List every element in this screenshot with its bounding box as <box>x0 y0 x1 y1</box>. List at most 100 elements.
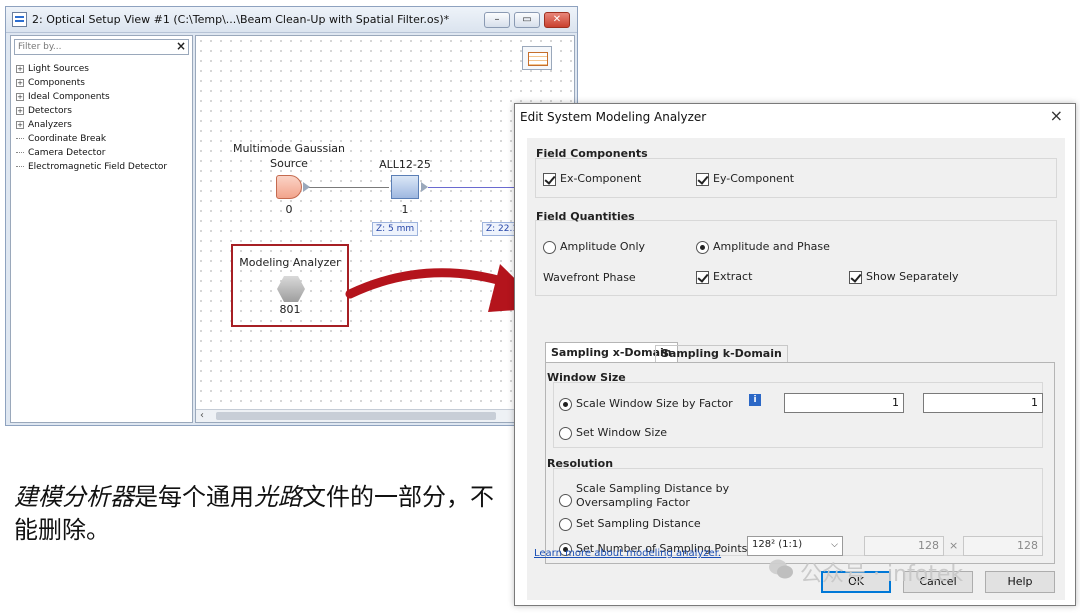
filter-input[interactable] <box>15 40 170 54</box>
caption-text: 建模分析器是每个通用光路文件的一部分，不能删除。 <box>14 481 494 547</box>
help-button[interactable]: Help <box>985 571 1055 593</box>
field-components-label: Field Components <box>536 147 648 160</box>
wechat-logo-icon <box>769 559 793 579</box>
ey-component-checkbox[interactable]: Ey-Component <box>696 172 794 186</box>
maximize-button[interactable]: ▭ <box>514 12 540 28</box>
show-separately-checkbox[interactable]: Show Separately <box>849 270 959 284</box>
set-window-size-radio[interactable]: Set Window Size <box>559 426 667 440</box>
radio-icon[interactable] <box>559 426 572 440</box>
scale-sampling-distance-radio[interactable]: Scale Sampling Distance by Oversampling … <box>559 482 729 509</box>
analyzer-index: 801 <box>279 303 301 316</box>
amplitude-phase-radio[interactable]: Amplitude and Phase <box>696 240 830 254</box>
app-icon <box>12 12 27 27</box>
tree-item-label: Analyzers <box>28 120 72 130</box>
window-titlebar[interactable]: 2: Optical Setup View #1 (C:\Temp\...\Be… <box>6 7 577 33</box>
caption-text-part: 是每个通用 <box>134 483 254 511</box>
tree-item[interactable]: + Detectors <box>16 105 72 118</box>
edit-modeling-analyzer-dialog: Edit System Modeling Analyzer × Field Co… <box>514 103 1076 606</box>
tree-item-label: Detectors <box>28 106 72 116</box>
sampling-points-select[interactable]: 128² (1:1) ⌵ <box>747 536 843 556</box>
scroll-left-icon[interactable]: ‹ <box>200 410 204 421</box>
optical-setup-window: 2: Optical Setup View #1 (C:\Temp\...\Be… <box>5 6 578 426</box>
field-quantities-label: Field Quantities <box>536 210 635 223</box>
checkbox-icon[interactable] <box>696 172 709 186</box>
tree-line-icon <box>16 138 24 139</box>
dialog-title: Edit System Modeling Analyzer <box>520 110 707 124</box>
analyzer-label: Modeling Analyzer <box>239 256 341 269</box>
tree-item-label: Ideal Components <box>28 92 110 102</box>
radio-icon[interactable] <box>543 240 556 254</box>
tree-item[interactable]: + Components <box>16 77 85 90</box>
lens-index: 1 <box>401 203 409 216</box>
clear-filter-icon[interactable]: × <box>176 39 186 53</box>
analyzer-node[interactable] <box>277 276 305 302</box>
distance-badge[interactable]: Z: 5 mm <box>372 222 419 236</box>
tree-line-icon <box>16 166 24 167</box>
tree-item[interactable]: Camera Detector <box>16 147 105 160</box>
checkbox-icon[interactable] <box>849 270 862 284</box>
tree-item[interactable]: Coordinate Break <box>16 133 106 146</box>
caption-term-path: 光路 <box>254 483 302 511</box>
tree-item[interactable]: + Light Sources <box>16 63 89 76</box>
catalog-panel: × + Light Sources + Components + Ideal Compon… <box>10 35 193 423</box>
set-sampling-distance-radio[interactable]: Set Sampling Distance <box>559 517 701 531</box>
learn-more-link[interactable]: Learn more about modeling analyzer. <box>534 548 721 559</box>
tree-item[interactable]: Electromagnetic Field Detector <box>16 161 167 174</box>
connection-line <box>428 187 528 188</box>
expand-icon[interactable]: + <box>16 120 24 129</box>
radio-icon[interactable] <box>696 240 709 254</box>
expand-icon[interactable]: + <box>16 106 24 115</box>
chevron-down-icon[interactable]: ⌵ <box>831 540 838 550</box>
tree-item[interactable]: + Ideal Components <box>16 91 110 104</box>
ex-component-checkbox[interactable]: Ex-Component <box>543 172 641 186</box>
window-title: 2: Optical Setup View #1 (C:\Temp\...\Be… <box>32 13 450 26</box>
tree-item-label: Components <box>28 78 85 88</box>
source-label: Multimode Gaussian Source <box>232 142 346 170</box>
times-sign: × <box>949 539 959 552</box>
table-view-icon[interactable] <box>522 46 552 70</box>
info-icon[interactable]: i <box>749 394 761 406</box>
close-button[interactable]: ✕ <box>544 12 570 28</box>
amplitude-only-radio[interactable]: Amplitude Only <box>543 240 645 254</box>
checkbox-icon[interactable] <box>696 270 709 284</box>
watermark-text: 公众号 · infotek <box>800 562 964 587</box>
caption-term-analyzer: 建模分析器 <box>14 483 134 511</box>
tab-sampling-k-domain[interactable]: Sampling k-Domain <box>655 345 788 362</box>
dialog-close-icon[interactable]: × <box>1050 106 1063 125</box>
watermark: 公众号 · infotek <box>768 556 963 588</box>
tree-item-label: Camera Detector <box>28 148 106 158</box>
checkbox-icon[interactable] <box>543 172 556 186</box>
extract-checkbox[interactable]: Extract <box>696 270 752 284</box>
modeling-analyzer-highlight: Modeling Analyzer 801 <box>231 244 349 327</box>
tree-item-label: Light Sources <box>28 64 89 74</box>
points-y-input[interactable]: 128 <box>963 536 1043 556</box>
expand-icon[interactable]: + <box>16 78 24 87</box>
expand-icon[interactable]: + <box>16 64 24 73</box>
points-x-input[interactable]: 128 <box>864 536 944 556</box>
wavefront-phase-label: Wavefront Phase <box>543 271 636 284</box>
expand-icon[interactable]: + <box>16 92 24 101</box>
output-arrow-icon <box>421 182 428 192</box>
output-arrow-icon <box>303 182 310 192</box>
radio-icon[interactable] <box>559 494 572 507</box>
window-factor-y-input[interactable]: 1 <box>923 393 1043 413</box>
dialog-body: Field Components Ex-Component Ey-Compone… <box>527 138 1065 600</box>
connection-line <box>307 187 389 188</box>
source-node[interactable] <box>276 175 302 199</box>
radio-icon[interactable] <box>559 517 572 531</box>
radio-icon[interactable] <box>559 397 572 411</box>
minimize-button[interactable]: – <box>484 12 510 28</box>
filter-field[interactable]: × <box>14 39 189 55</box>
lens-label: ALL12-25 <box>379 158 431 171</box>
lens-node[interactable] <box>391 175 419 199</box>
tree-item-label: Electromagnetic Field Detector <box>28 162 168 172</box>
window-size-label: Window Size <box>547 371 626 384</box>
tree-line-icon <box>16 152 24 153</box>
tree-item[interactable]: + Analyzers <box>16 119 72 132</box>
window-factor-x-input[interactable]: 1 <box>784 393 904 413</box>
scrollbar-thumb[interactable] <box>216 412 496 420</box>
tree-item-label: Coordinate Break <box>28 134 107 144</box>
scale-window-size-radio[interactable]: Scale Window Size by Factor <box>559 397 733 411</box>
resolution-label: Resolution <box>547 457 614 470</box>
source-index: 0 <box>285 203 293 216</box>
